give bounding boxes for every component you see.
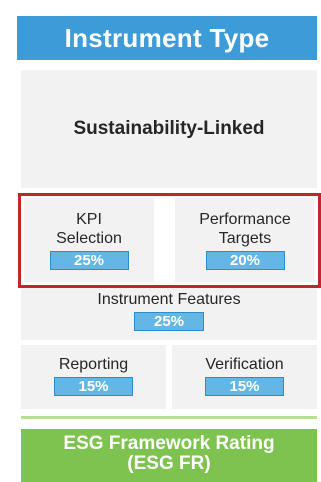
verification-weight-badge: 15% <box>205 377 284 396</box>
instrument-features-label: Instrument Features <box>97 291 241 308</box>
instrument-type-box: Sustainability-Linked <box>21 70 317 188</box>
esg-framework-rating-label: ESG Framework Rating (ESG FR) <box>63 433 275 474</box>
kpi-selection-card: KPI Selection 25% <box>24 198 154 282</box>
divider-line <box>21 416 317 419</box>
instrument-features-weight-badge: 25% <box>134 312 204 331</box>
kpi-selection-weight-badge: 25% <box>49 251 129 270</box>
instrument-type-label: Sustainability-Linked <box>73 118 265 139</box>
instrument-type-header: Instrument Type <box>17 16 317 60</box>
reporting-card: Reporting 15% <box>21 345 166 409</box>
verification-label: Verification <box>205 356 284 373</box>
reporting-weight-badge: 15% <box>54 377 133 396</box>
verification-card: Verification 15% <box>172 345 317 409</box>
performance-targets-weight-badge: 20% <box>205 251 285 270</box>
performance-targets-card: Performance Targets 20% <box>175 198 315 282</box>
reporting-label: Reporting <box>58 356 129 373</box>
header-title: Instrument Type <box>64 22 270 53</box>
kpi-selection-label: KPI Selection <box>56 211 122 247</box>
esg-framework-rating-box: ESG Framework Rating (ESG FR) <box>21 429 317 482</box>
performance-targets-label: Performance Targets <box>199 211 291 247</box>
instrument-features-card: Instrument Features 25% <box>21 288 317 340</box>
